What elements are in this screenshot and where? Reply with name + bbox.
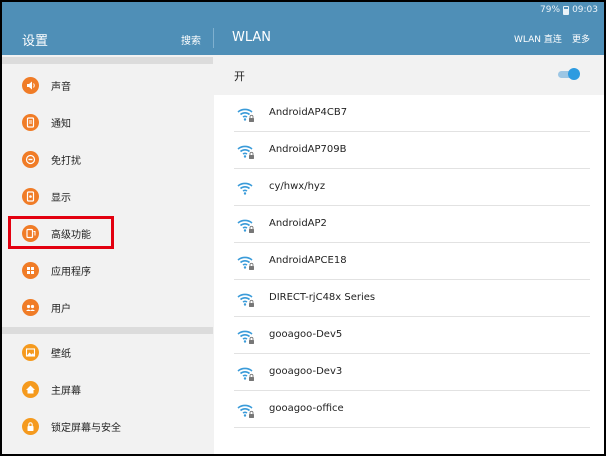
network-ssid: AndroidAPCE18 bbox=[269, 255, 347, 266]
sidebar-item-label: 显示 bbox=[51, 193, 71, 204]
wifi-lock-icon bbox=[237, 256, 254, 270]
network-item[interactable]: AndroidAPCE18 bbox=[214, 243, 604, 280]
sidebar-item-label: 通知 bbox=[51, 119, 71, 130]
wifi-lock-icon bbox=[237, 145, 254, 159]
sidebar-item-do-not-disturb[interactable]: 免打扰 bbox=[2, 141, 213, 178]
app-bar: 设置 搜索 WLAN WLAN 直连 更多 bbox=[2, 19, 604, 55]
sidebar-item-lock-screen-security[interactable]: 锁定屏幕与安全 bbox=[2, 408, 213, 445]
battery-percent: 79% bbox=[540, 5, 561, 15]
wifi-icon bbox=[237, 182, 253, 195]
wlan-direct-button[interactable]: WLAN 直连 bbox=[514, 32, 562, 45]
wifi-lock-icon bbox=[237, 108, 254, 122]
sidebar-item-display[interactable]: 显示 bbox=[2, 178, 213, 215]
network-ssid: gooagoo-Dev5 bbox=[269, 329, 343, 340]
wlan-title: WLAN bbox=[232, 30, 272, 45]
settings-window: 79% 09:03 设置 搜索 WLAN WLAN 直连 更多 声音 通知 免打… bbox=[2, 2, 604, 454]
network-item[interactable]: cy/hwx/hyz bbox=[214, 169, 604, 206]
network-item[interactable]: AndroidAP709B bbox=[214, 132, 604, 169]
display-icon bbox=[22, 188, 39, 205]
network-item[interactable]: DIRECT-rjC48x Series bbox=[214, 280, 604, 317]
users-icon bbox=[22, 299, 39, 316]
clock: 09:03 bbox=[572, 5, 598, 15]
wallpaper-icon bbox=[22, 344, 39, 361]
switch-knob bbox=[568, 68, 580, 80]
more-button[interactable]: 更多 bbox=[572, 32, 590, 45]
network-item[interactable]: gooagoo-Dev3 bbox=[214, 354, 604, 391]
highlight-box bbox=[8, 216, 114, 249]
speaker-icon bbox=[22, 77, 39, 94]
sidebar-item-label: 应用程序 bbox=[51, 267, 91, 278]
do-not-disturb-icon bbox=[22, 151, 39, 168]
network-ssid: gooagoo-office bbox=[269, 403, 344, 414]
network-item[interactable]: gooagoo-Dev5 bbox=[214, 317, 604, 354]
wifi-lock-icon bbox=[237, 219, 254, 233]
lock-icon bbox=[22, 418, 39, 435]
network-item[interactable]: AndroidAP2 bbox=[214, 206, 604, 243]
sidebar-item-label: 免打扰 bbox=[51, 156, 81, 167]
row-divider bbox=[234, 427, 590, 428]
network-ssid: DIRECT-rjC48x Series bbox=[269, 292, 376, 303]
notification-icon bbox=[22, 114, 39, 131]
sidebar-item-label: 锁定屏幕与安全 bbox=[51, 423, 121, 434]
network-ssid: gooagoo-Dev3 bbox=[269, 366, 343, 377]
sidebar-item-label: 用户 bbox=[51, 304, 71, 315]
sidebar-divider bbox=[2, 327, 213, 334]
network-item[interactable]: gooagoo-office bbox=[214, 391, 604, 428]
wlan-panel: 开 AndroidAP4CB7 AndroidAP709B cy/hwx/hyz… bbox=[214, 55, 604, 454]
wifi-lock-icon bbox=[237, 367, 254, 381]
sidebar-item-label: 声音 bbox=[51, 82, 71, 93]
wifi-lock-icon bbox=[237, 330, 254, 344]
sidebar-item-label: 壁纸 bbox=[51, 349, 71, 360]
wifi-lock-icon bbox=[237, 404, 254, 418]
network-ssid: AndroidAP4CB7 bbox=[269, 107, 348, 118]
sidebar-item-apps[interactable]: 应用程序 bbox=[2, 252, 213, 289]
network-ssid: AndroidAP709B bbox=[269, 144, 347, 155]
settings-title: 设置 bbox=[22, 34, 49, 49]
wlan-switch[interactable] bbox=[558, 68, 580, 82]
apps-icon bbox=[22, 262, 39, 279]
sidebar-divider bbox=[2, 57, 213, 64]
wifi-lock-icon bbox=[237, 293, 254, 307]
header-divider bbox=[213, 28, 214, 48]
settings-sidebar: 声音 通知 免打扰 显示 高级功能 应用程序 用户 壁纸 主屏幕 锁定屏幕与安全 bbox=[2, 55, 213, 454]
sidebar-item-users[interactable]: 用户 bbox=[2, 289, 213, 326]
network-item[interactable]: AndroidAP4CB7 bbox=[214, 95, 604, 132]
battery-icon bbox=[563, 5, 570, 15]
search-button[interactable]: 搜索 bbox=[181, 32, 201, 47]
network-ssid: AndroidAP2 bbox=[269, 218, 327, 229]
wlan-toggle-row[interactable]: 开 bbox=[214, 55, 604, 95]
sidebar-item-label: 主屏幕 bbox=[51, 386, 81, 397]
status-right: 79% 09:03 bbox=[540, 5, 598, 15]
sidebar-item-wallpaper[interactable]: 壁纸 bbox=[2, 334, 213, 371]
network-ssid: cy/hwx/hyz bbox=[269, 181, 326, 192]
sidebar-item-home-screen[interactable]: 主屏幕 bbox=[2, 371, 213, 408]
sidebar-item-sound[interactable]: 声音 bbox=[2, 67, 213, 104]
status-bar: 79% 09:03 bbox=[2, 2, 604, 19]
wlan-toggle-label: 开 bbox=[234, 70, 245, 83]
home-icon bbox=[22, 381, 39, 398]
sidebar-item-notifications[interactable]: 通知 bbox=[2, 104, 213, 141]
